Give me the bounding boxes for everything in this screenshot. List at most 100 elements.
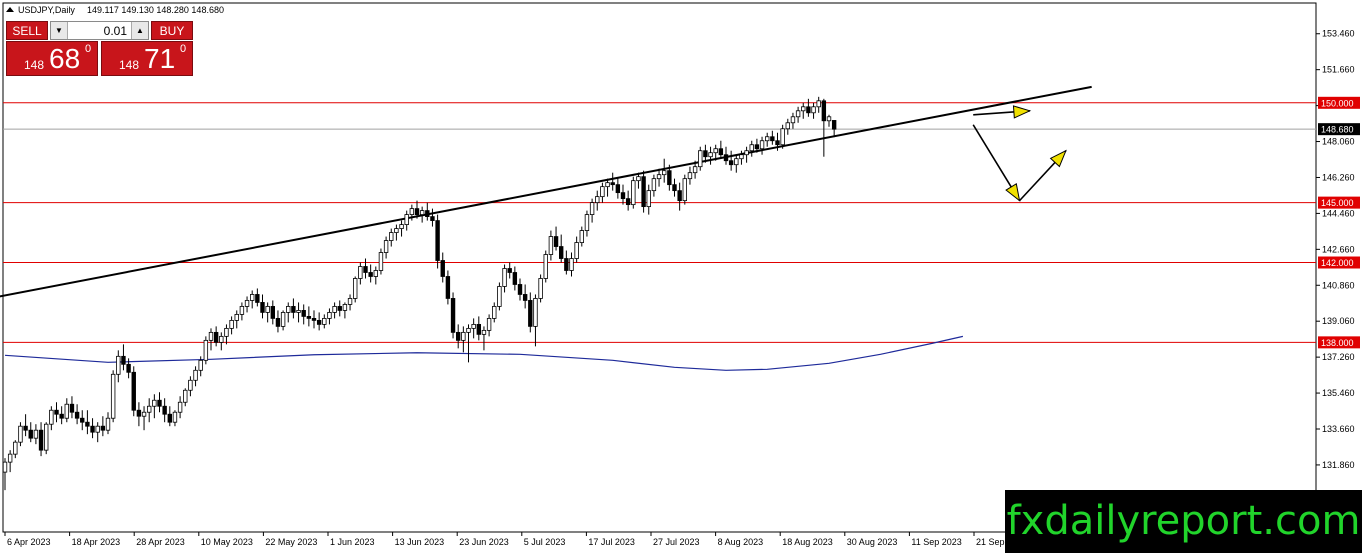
bullish-candle	[538, 278, 543, 299]
bullish-candle	[44, 423, 49, 451]
bullish-candle	[785, 122, 790, 130]
x-tick-label: 18 Aug 2023	[782, 537, 833, 547]
bullish-candle	[239, 306, 245, 315]
bearish-candle	[507, 268, 512, 273]
lot-size-input[interactable]	[68, 22, 131, 39]
bearish-candle	[775, 140, 780, 146]
sell-price-button[interactable]: 148 68 0	[6, 41, 98, 76]
bearish-candle	[85, 421, 90, 427]
lot-decrease-icon[interactable]: ▼	[51, 22, 68, 39]
bullish-candle	[322, 318, 327, 325]
bearish-candle	[167, 413, 172, 423]
bearish-candle	[100, 425, 106, 431]
bearish-candle	[28, 429, 33, 439]
bullish-candle	[466, 327, 471, 333]
forecast-arrow-head-icon	[1012, 105, 1032, 119]
sell-price-prefix: 148	[24, 58, 45, 72]
bullish-candle	[188, 379, 193, 391]
sell-button[interactable]: SELL	[6, 21, 48, 40]
bearish-candle	[559, 246, 564, 259]
bullish-candle	[198, 359, 203, 371]
bullish-candle	[497, 286, 502, 307]
bearish-candle	[136, 409, 142, 417]
bearish-candle	[754, 144, 760, 150]
buy-price-button[interactable]: 148 71 0	[101, 41, 193, 76]
plot-frame	[2, 2, 1317, 533]
bearish-candle	[667, 170, 672, 186]
bullish-candle	[543, 254, 548, 279]
bearish-candle	[564, 258, 569, 271]
bearish-candle	[38, 429, 44, 451]
buy-price-pips: 71	[144, 43, 176, 74]
bearish-candle	[74, 411, 80, 419]
bullish-candle	[18, 425, 23, 443]
bullish-candle	[373, 270, 378, 277]
bullish-candle	[744, 150, 749, 156]
bearish-candle	[512, 272, 518, 285]
bullish-candle	[636, 176, 641, 182]
chart-area[interactable]: USDJPY,Daily 149.117 149.130 148.280 148.…	[0, 0, 1362, 553]
bullish-candle	[749, 144, 754, 152]
bullish-candle	[687, 172, 693, 180]
bearish-candle	[291, 306, 296, 313]
bearish-candle	[368, 272, 373, 277]
bullish-candle	[595, 196, 600, 204]
lot-size-stepper[interactable]: ▼ ▲	[50, 21, 149, 40]
bearish-candle	[455, 331, 461, 341]
bearish-candle	[430, 216, 435, 221]
bearish-candle	[316, 319, 322, 325]
bullish-candle	[378, 252, 384, 271]
y-tick-label: 133.660	[1322, 424, 1355, 434]
bullish-candle	[502, 268, 507, 287]
bullish-candle	[280, 312, 286, 327]
x-tick-label: 10 May 2023	[201, 537, 253, 547]
bearish-candle	[641, 176, 646, 208]
bearish-candle	[445, 276, 451, 299]
bearish-candle	[270, 306, 275, 319]
bullish-candle	[141, 411, 147, 417]
y-tick-label: 139.060	[1322, 316, 1355, 326]
lot-increase-icon[interactable]: ▲	[131, 22, 148, 39]
bullish-candle	[765, 136, 770, 142]
bearish-candle	[255, 294, 260, 303]
bearish-candle	[90, 425, 95, 433]
candlestick-chart[interactable]: USDJPY,Daily 149.117 149.130 148.280 148.…	[0, 0, 1362, 553]
bearish-candle	[620, 192, 626, 200]
bearish-candle	[23, 425, 28, 431]
bullish-candle	[816, 100, 821, 108]
bullish-candle	[708, 152, 713, 158]
bullish-candle	[172, 411, 178, 423]
bearish-candle	[770, 136, 775, 142]
y-tick-label: 140.860	[1322, 280, 1355, 290]
bullish-candle	[409, 208, 415, 216]
bullish-candle	[790, 116, 796, 124]
bullish-candle	[13, 441, 18, 455]
bearish-candle	[157, 399, 162, 407]
collapse-triangle-icon	[6, 7, 14, 12]
bearish-candle	[162, 405, 167, 415]
bullish-candle	[471, 323, 476, 329]
sell-price-pips: 68	[49, 43, 81, 74]
x-tick-label: 27 Jul 2023	[653, 537, 700, 547]
current-price-label: 148.680	[1321, 125, 1354, 135]
bullish-candle	[533, 298, 538, 327]
y-tick-label: 148.060	[1322, 137, 1355, 147]
watermark-logo: fxdailyreport.com	[1005, 490, 1362, 553]
ohlc-readout: 149.117 149.130 148.280 148.680	[87, 5, 224, 15]
buy-button[interactable]: BUY	[151, 21, 193, 40]
bearish-candle	[69, 403, 75, 413]
bullish-candle	[579, 230, 584, 243]
bullish-candle	[2, 461, 8, 473]
bearish-candle	[425, 210, 430, 217]
bullish-candle	[49, 409, 54, 425]
bearish-candle	[275, 318, 281, 327]
bullish-candle	[332, 306, 337, 313]
bullish-candle	[249, 294, 255, 301]
bullish-candle	[286, 306, 291, 313]
bullish-candle	[33, 429, 39, 439]
bearish-candle	[625, 198, 631, 206]
bullish-candle	[589, 202, 595, 215]
one-click-trading-panel: SELL ▼ ▲ BUY 148 68 0 148 71 0	[6, 21, 193, 76]
bullish-candle	[342, 304, 348, 311]
bearish-candle	[522, 294, 528, 301]
